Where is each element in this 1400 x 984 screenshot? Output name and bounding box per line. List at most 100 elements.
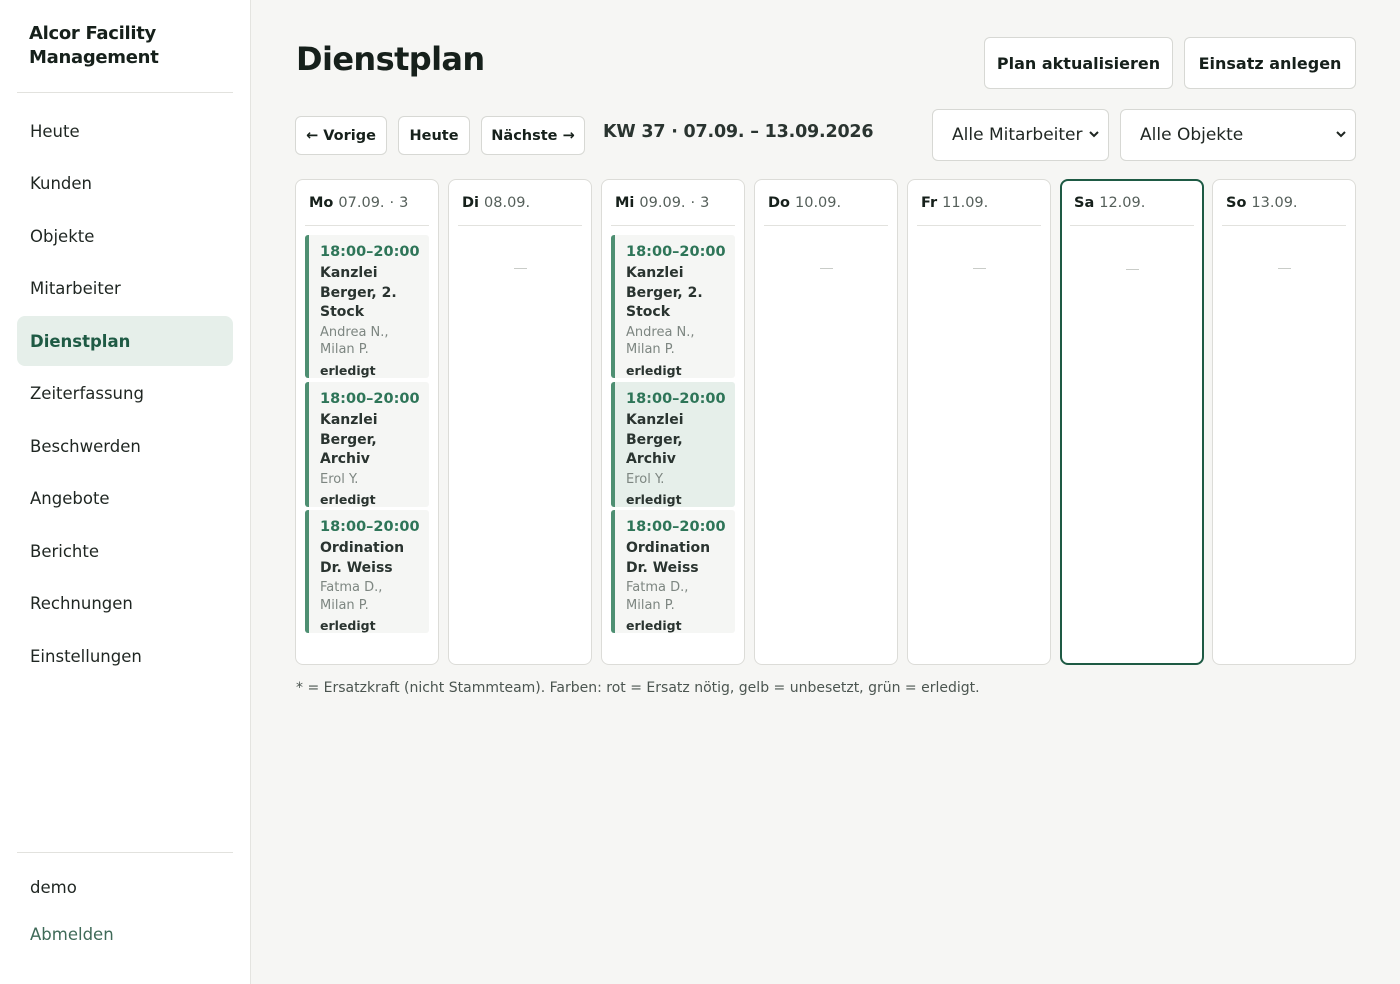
username: demo: [30, 878, 77, 897]
sidebar-item-label: Berichte: [30, 541, 99, 561]
shift-time: 18:00–20:00: [626, 244, 726, 260]
logout-link[interactable]: Abmelden: [30, 925, 114, 944]
day-column-mo[interactable]: Mo 07.09. · 3 18:00–20:00 Kanzlei Berger, 2. …: [295, 179, 439, 665]
brand-line-2: Management: [29, 47, 159, 68]
shift-card[interactable]: 18:00–20:00 Ordination Dr. Weiss Fatma D.,…: [305, 510, 429, 633]
shift-staff: Andrea N., Milan P.: [626, 324, 695, 358]
day-header: So 13.09.: [1222, 180, 1346, 226]
sidebar-item-einstellungen[interactable]: Einstellungen: [17, 631, 233, 681]
shift-time: 18:00–20:00: [626, 519, 726, 535]
sidebar: Alcor Facility Management Heute Kunden Obj…: [0, 0, 251, 984]
day-shift-count: 3: [399, 194, 409, 211]
sidebar-item-kunden[interactable]: Kunden: [17, 159, 233, 209]
sidebar-item-angebote[interactable]: Angebote: [17, 474, 233, 524]
refresh-plan-button[interactable]: Plan aktualisieren: [984, 37, 1173, 89]
shift-status: erledigt: [320, 492, 376, 507]
sidebar-item-label: Zeiterfassung: [30, 384, 144, 403]
page-title: Dienstplan: [296, 40, 485, 78]
chevron-down-icon: [1089, 131, 1099, 138]
shift-object: Kanzlei Berger, 2. Stock: [320, 265, 397, 320]
sidebar-item-rechnungen[interactable]: Rechnungen: [17, 579, 233, 629]
day-date: 10.09.: [795, 194, 842, 211]
shift-time: 18:00–20:00: [626, 391, 726, 407]
shift-card[interactable]: 18:00–20:00 Kanzlei Berger, Archiv Erol Y.…: [305, 382, 429, 507]
day-date: 08.09.: [484, 194, 531, 211]
shift-card[interactable]: 18:00–20:00 Kanzlei Berger, 2. Stock Andre…: [305, 235, 429, 378]
sidebar-item-heute[interactable]: Heute: [17, 106, 233, 156]
day-header: Sa 12.09.: [1070, 180, 1194, 226]
shift-staff: Erol Y.: [626, 471, 665, 487]
day-shift-count: 3: [700, 194, 710, 211]
empty-day-placeholder: [1126, 269, 1139, 270]
shift-status: erledigt: [320, 362, 376, 378]
sidebar-item-mitarbeiter[interactable]: Mitarbeiter: [17, 264, 233, 314]
object-filter-select[interactable]: Alle Objekte: [1120, 109, 1356, 161]
shift-object: Kanzlei Berger, 2. Stock: [626, 265, 703, 320]
week-label: KW 37 · 07.09. – 13.09.2026: [603, 122, 874, 142]
sidebar-divider-top: [17, 92, 233, 93]
day-date: 12.09.: [1099, 194, 1146, 211]
day-column-sa[interactable]: Sa 12.09.: [1060, 179, 1204, 665]
next-week-button[interactable]: Nächste →: [481, 116, 585, 155]
sidebar-item-dienstplan[interactable]: Dienstplan: [17, 316, 233, 366]
today-button[interactable]: Heute: [398, 116, 470, 155]
sidebar-item-label: Kunden: [30, 174, 92, 193]
shift-time: 18:00–20:00: [320, 391, 420, 407]
sidebar-item-label: Objekte: [30, 226, 95, 246]
shift-card[interactable]: 18:00–20:00 Kanzlei Berger, Archiv Erol Y.…: [611, 382, 735, 507]
object-filter-value: Alle Objekte: [1140, 125, 1244, 145]
shift-staff: Fatma D., Milan P.: [320, 580, 383, 613]
count-separator: ·: [690, 194, 696, 211]
shift-card[interactable]: 18:00–20:00 Kanzlei Berger, 2. Stock Andre…: [611, 235, 735, 378]
day-column-do[interactable]: Do 10.09.: [754, 179, 898, 665]
day-header: Di 08.09.: [458, 180, 582, 226]
prev-week-button[interactable]: ← Vorige: [295, 116, 387, 155]
shift-time: 18:00–20:00: [320, 519, 420, 535]
sidebar-item-label: Heute: [30, 121, 80, 141]
sidebar-item-berichte[interactable]: Berichte: [17, 526, 233, 576]
day-header: Mo 07.09. · 3: [305, 180, 429, 226]
day-name: Mo: [309, 194, 334, 211]
shift-status: erledigt: [320, 618, 376, 633]
sidebar-nav: Heute Kunden Objekte Mitarbeiter Dienstplan Z…: [17, 106, 233, 684]
empty-day-placeholder: [973, 268, 986, 269]
sidebar-item-label: Rechnungen: [30, 594, 133, 613]
day-name: Di: [462, 194, 480, 211]
sidebar-item-objekte[interactable]: Objekte: [17, 211, 233, 261]
sidebar-item-zeiterfassung[interactable]: Zeiterfassung: [17, 369, 233, 419]
shift-status: erledigt: [626, 492, 682, 507]
empty-day-placeholder: [514, 268, 527, 269]
day-column-mi[interactable]: Mi 09.09. · 3 18:00–20:00 Kanzlei Berger, 2. …: [601, 179, 745, 665]
count-separator: ·: [389, 194, 395, 211]
shift-staff: Erol Y.: [320, 471, 359, 487]
sidebar-divider-bottom: [17, 852, 233, 853]
day-date: 11.09.: [942, 194, 989, 211]
create-assignment-button[interactable]: Einsatz anlegen: [1184, 37, 1356, 89]
day-date: 07.09.: [338, 194, 385, 211]
shift-card[interactable]: 18:00–20:00 Ordination Dr. Weiss Fatma D.,…: [611, 510, 735, 633]
sidebar-item-beschwerden[interactable]: Beschwerden: [17, 421, 233, 471]
day-date: 09.09.: [639, 194, 686, 211]
day-column-fr[interactable]: Fr 11.09.: [907, 179, 1051, 665]
brand-line-1: Alcor Facility: [29, 23, 156, 44]
sidebar-item-label: Einstellungen: [30, 646, 142, 666]
day-name: Do: [768, 194, 790, 211]
sidebar-item-label: Beschwerden: [30, 436, 141, 456]
day-column-so[interactable]: So 13.09.: [1212, 179, 1356, 665]
shift-object: Ordination Dr. Weiss: [320, 540, 405, 576]
day-header: Mi 09.09. · 3: [611, 180, 735, 226]
day-name: Mi: [615, 194, 635, 211]
shift-status: erledigt: [626, 362, 682, 378]
shift-status: erledigt: [626, 618, 682, 633]
employee-filter-select[interactable]: Alle Mitarbeiter: [932, 109, 1109, 161]
shift-staff: Andrea N., Milan P.: [320, 324, 389, 358]
legend-footnote: * = Ersatzkraft (nicht Stammteam). Farbe…: [296, 680, 980, 696]
empty-day-placeholder: [820, 268, 833, 269]
day-header: Do 10.09.: [764, 180, 888, 226]
day-column-di[interactable]: Di 08.09.: [448, 179, 592, 665]
brand-logo-text[interactable]: Alcor Facility Management: [29, 22, 229, 70]
user-block: demo: [30, 878, 77, 904]
day-header: Fr 11.09.: [917, 180, 1041, 226]
sidebar-item-label: Angebote: [30, 489, 110, 508]
employee-filter-value: Alle Mitarbeiter: [952, 125, 1083, 145]
